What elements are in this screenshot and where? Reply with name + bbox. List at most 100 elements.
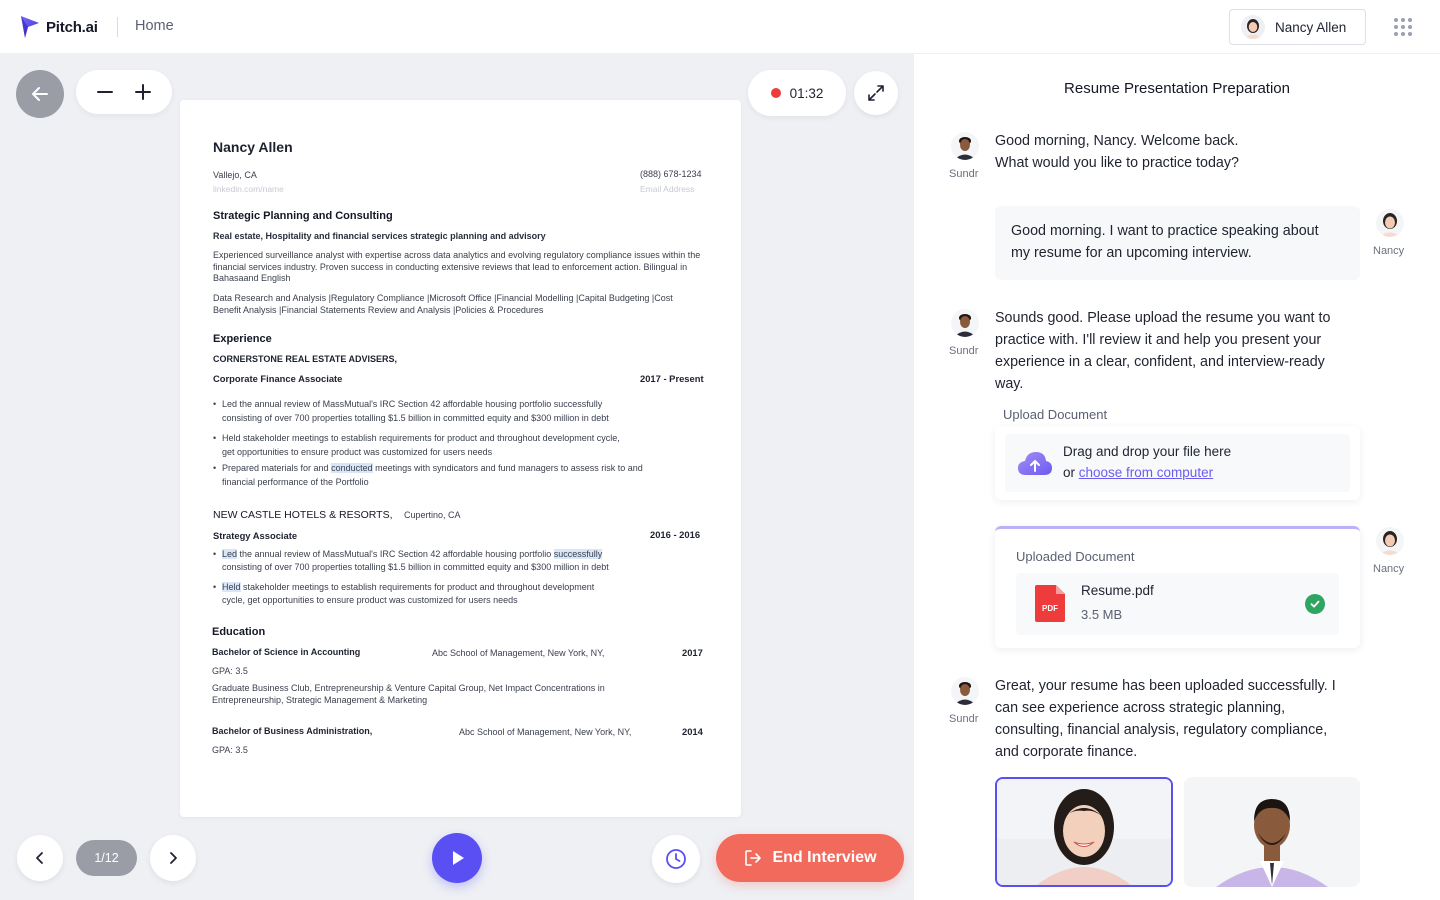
next-page-button[interactable] <box>150 835 196 881</box>
pdf-badge-text: PDF <box>1042 604 1058 613</box>
message-line: experience in a clear, confident, and in… <box>995 354 1325 370</box>
user-video-tile[interactable] <box>995 777 1173 887</box>
resume-document: Nancy Allen Vallejo, CA linkedin.com/nam… <box>180 100 741 817</box>
bullet-text: Held stakeholder meetings to establish r… <box>222 433 620 443</box>
ai-label: Sundr <box>949 713 979 725</box>
resume-email: Email Address <box>640 184 695 194</box>
experience-heading: Experience <box>213 333 272 345</box>
bullet-text: Held stakeholder meetings to establish r… <box>222 582 595 592</box>
end-interview-label: End Interview <box>772 849 877 866</box>
recording-timer: 01:32 <box>748 70 846 116</box>
history-button[interactable] <box>652 835 700 883</box>
drag-drop-text: Drag and drop your file here <box>1063 444 1232 459</box>
resume-headline: Strategic Planning and Consulting <box>213 210 393 222</box>
user-message: Good morning. I want to practice speakin… <box>995 206 1360 280</box>
play-button[interactable] <box>432 833 482 883</box>
ai-video-image <box>1184 777 1360 887</box>
brand-name: Pitch.ai <box>46 18 98 36</box>
ai-label: Sundr <box>949 168 979 180</box>
message-line: Great, your resume has been uploaded suc… <box>995 678 1336 694</box>
history-icon <box>666 849 686 869</box>
edu1-school: Abc School of Management, New York, NY, <box>432 648 605 658</box>
chevron-right-icon <box>170 852 177 864</box>
text-highlight: successfully <box>553 549 603 559</box>
message-line: What would you like to practice today? <box>995 155 1239 171</box>
message-line: Sounds good. Please upload the resume yo… <box>995 310 1331 326</box>
user-chat-avatar <box>1376 209 1404 237</box>
job2-bullet: Led the annual review of MassMutual's IR… <box>213 548 609 573</box>
job2-company: NEW CASTLE HOTELS & RESORTS, <box>213 509 393 521</box>
edu1-degree: Bachelor of Science in Accounting <box>212 647 361 657</box>
ai-label: Sundr <box>949 345 979 357</box>
bullet-text: Led the annual review of MassMutual's IR… <box>222 549 603 559</box>
user-menu-button[interactable]: Nancy Allen <box>1229 9 1366 45</box>
bullet-text: Prepared materials for and conducted mee… <box>222 463 643 473</box>
ai-avatar <box>951 677 979 705</box>
resume-name: Nancy Allen <box>213 139 293 155</box>
chat-title: Resume Presentation Preparation <box>1064 80 1290 97</box>
ai-message: Good morning, Nancy. Welcome back. What … <box>995 130 1239 174</box>
job1-bullet: Led the annual review of MassMutual's IR… <box>213 397 609 425</box>
upload-dropzone[interactable]: Drag and drop your file here or choose f… <box>995 426 1360 500</box>
message-line: and corporate finance. <box>995 744 1138 760</box>
minus-icon <box>97 91 113 93</box>
job2-dates: 2016 - 2016 <box>650 529 701 540</box>
user-video-image <box>997 779 1171 885</box>
text-highlight: Held <box>222 582 241 592</box>
file-size: 3.5 MB <box>1081 607 1123 622</box>
zoom-controls <box>76 70 172 114</box>
resume-skills: Data Research and Analysis |Regulatory C… <box>213 293 673 315</box>
message-line: practice with. I'll review it and help y… <box>995 332 1322 348</box>
job2-location: Cupertino, CA <box>404 510 461 520</box>
job1-title: Corporate Finance Associate <box>213 373 343 384</box>
previous-page-button[interactable] <box>17 835 63 881</box>
brand-logo[interactable]: Pitch.ai <box>20 15 98 39</box>
ai-avatar <box>951 132 979 160</box>
message-line: way. <box>995 376 1024 392</box>
job2-bullet: Held stakeholder meetings to establish r… <box>213 581 595 606</box>
text-highlight: conducted <box>331 463 373 473</box>
cloud-upload-icon <box>1018 452 1052 475</box>
nav-home-link[interactable]: Home <box>135 18 174 34</box>
job1-company: CORNERSTONE REAL ESTATE ADVISERS, <box>213 354 398 364</box>
ai-message: Sounds good. Please upload the resume yo… <box>995 307 1330 395</box>
presentation-stage: 01:32 Nancy Allen Vallejo, CA linkedin.c… <box>0 54 914 900</box>
apps-grid-icon[interactable] <box>1394 18 1412 36</box>
edu2-school: Abc School of Management, New York, NY, <box>459 727 632 737</box>
job2-title: Strategy Associate <box>213 530 298 541</box>
resume-summary: Experienced surveillance analyst with ex… <box>213 250 701 283</box>
bullet-text: consisting of over 700 properties totall… <box>222 561 609 572</box>
record-dot-icon <box>770 88 781 98</box>
resume-phone: (888) 678-1234 <box>640 169 702 179</box>
ai-video-tile[interactable] <box>1184 777 1360 887</box>
expand-icon <box>868 85 884 101</box>
fullscreen-button[interactable] <box>854 71 898 115</box>
play-icon <box>453 851 464 865</box>
message-line: consulting, financial analysis, regulato… <box>995 722 1328 738</box>
header-divider <box>117 17 118 37</box>
edu2-gpa: GPA: 3.5 <box>212 745 248 755</box>
message-line: my resume for an upcoming interview. <box>1011 245 1252 261</box>
user-name: Nancy Allen <box>1275 19 1347 35</box>
ai-message: Great, your resume has been uploaded suc… <box>995 675 1336 763</box>
ai-avatar <box>951 309 979 337</box>
plus-icon <box>135 84 151 100</box>
zoom-out-button[interactable] <box>90 77 120 107</box>
chat-panel: Resume Presentation Preparation Sundr Go… <box>914 54 1440 900</box>
uploaded-document-label: Uploaded Document <box>1016 549 1135 564</box>
uploaded-file[interactable]: PDF Resume.pdf 3.5 MB <box>1016 573 1339 635</box>
message-line: can see experience across strategic plan… <box>995 700 1286 716</box>
uploaded-document-card: Uploaded Document PDF Resume.pdf 3.5 MB <box>995 526 1360 648</box>
bullet-text: cycle, get opportunities to ensure produ… <box>222 594 518 605</box>
edu1-activities: Graduate Business Club, Entrepreneurship… <box>212 683 605 705</box>
message-line: Good morning, Nancy. Welcome back. <box>995 133 1239 149</box>
upload-document-label: Upload Document <box>1003 407 1108 422</box>
user-avatar <box>1241 15 1265 39</box>
chevron-left-icon <box>36 852 43 864</box>
user-label: Nancy <box>1373 563 1405 575</box>
end-interview-button[interactable]: End Interview <box>716 834 904 882</box>
back-button[interactable] <box>16 70 64 118</box>
choose-from-computer-link[interactable]: choose from computer <box>1079 465 1213 480</box>
message-line: Good morning. I want to practice speakin… <box>1011 223 1319 239</box>
zoom-in-button[interactable] <box>128 77 158 107</box>
